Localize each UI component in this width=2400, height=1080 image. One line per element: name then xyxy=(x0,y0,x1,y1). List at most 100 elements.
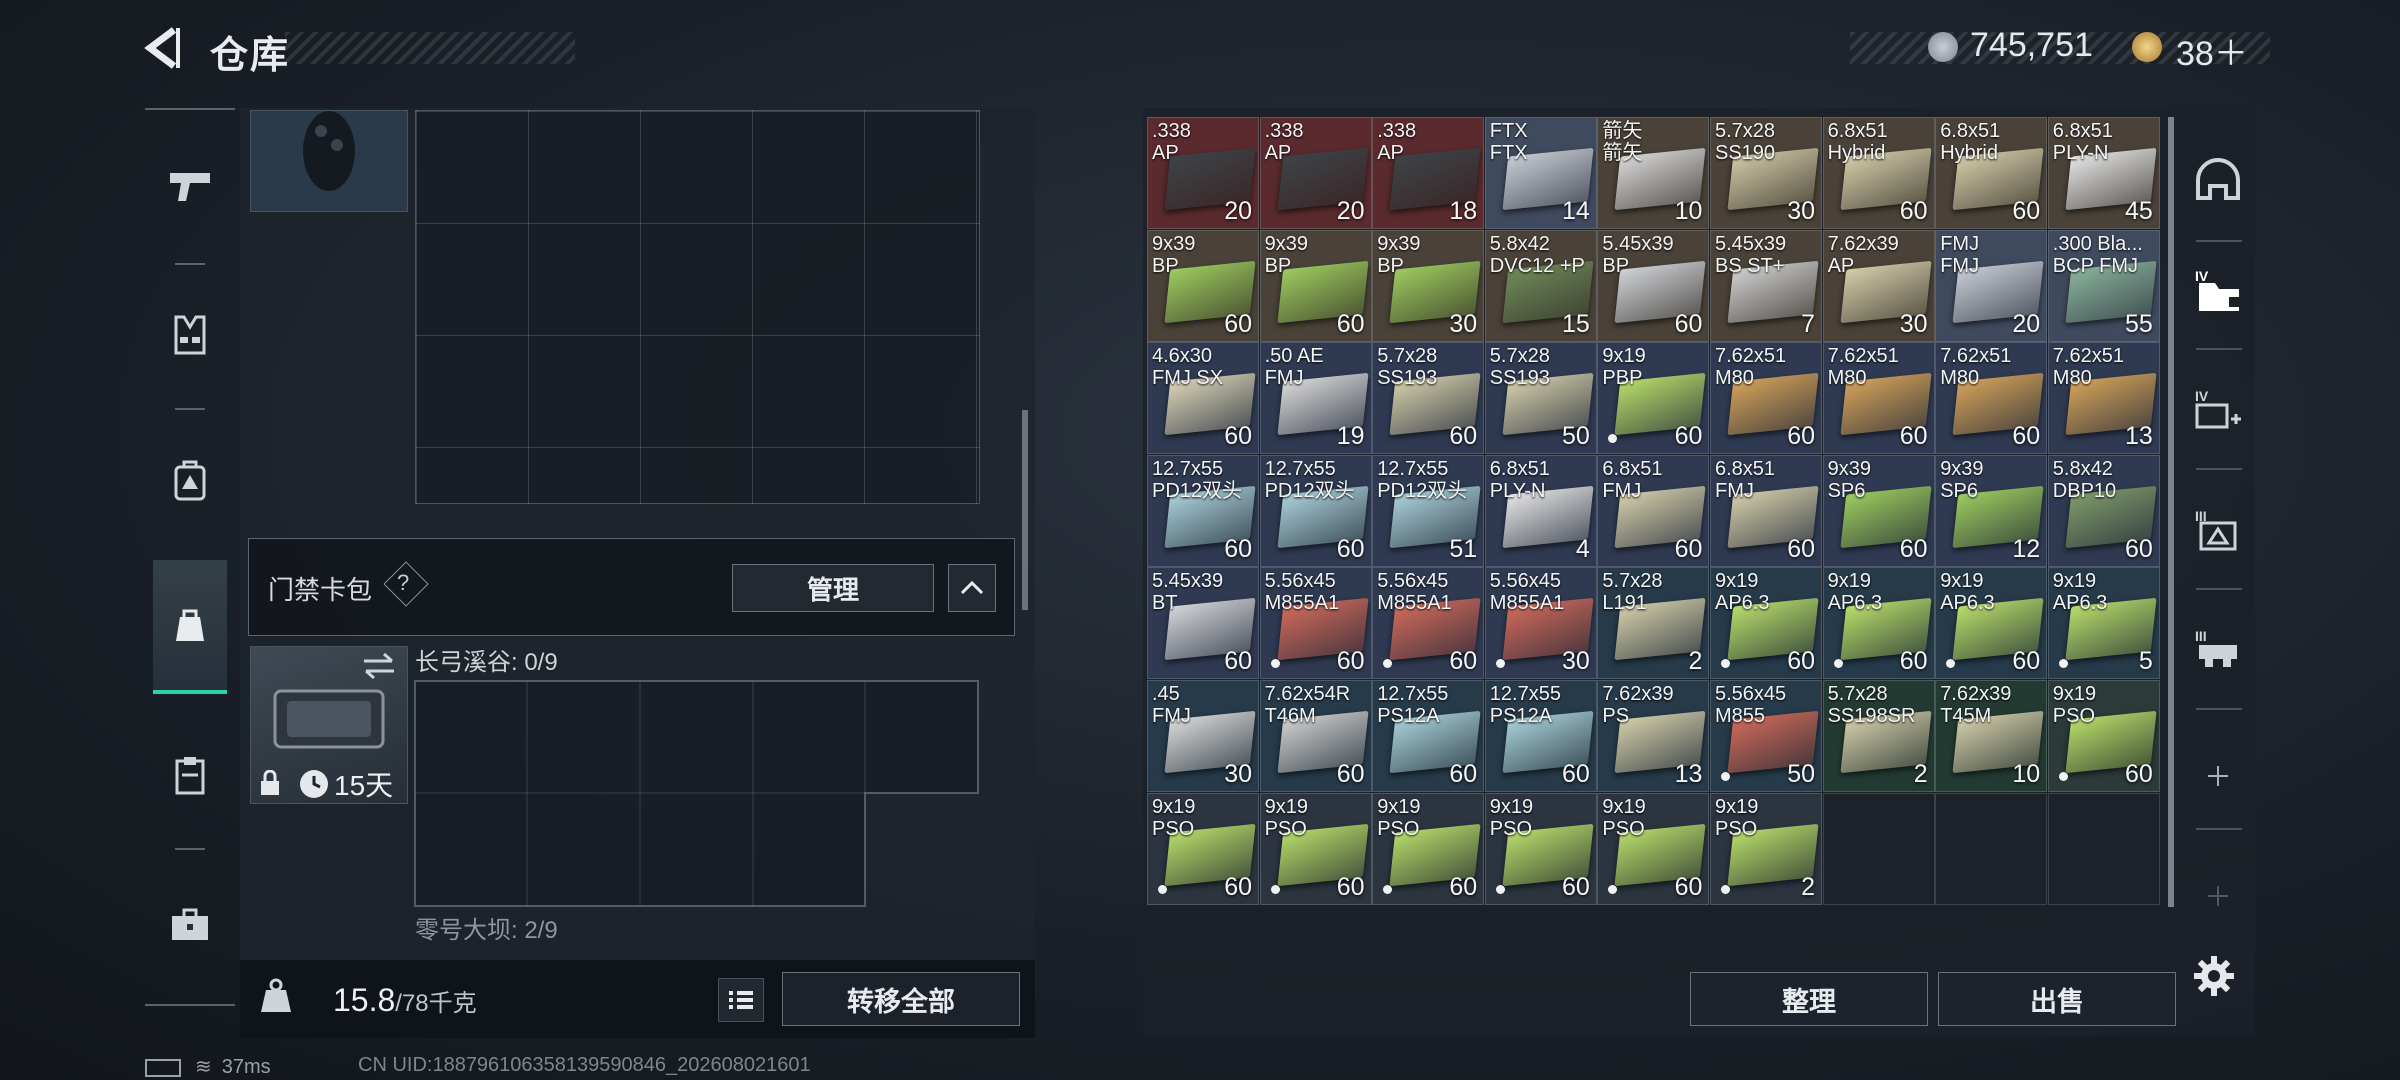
stash-item[interactable]: 9x39 BP 60 xyxy=(1259,229,1372,342)
stash-item[interactable]: 9x39 BP 30 xyxy=(1372,229,1485,342)
sell-button[interactable]: 出售 xyxy=(1938,972,2176,1026)
equipped-item-thumbnail[interactable] xyxy=(250,110,408,212)
stash-item[interactable]: 7.62x51 M80 13 xyxy=(2047,342,2160,455)
sidebar-item-container[interactable] xyxy=(153,560,227,694)
stash-item[interactable]: 6.8x51 PLY-N 4 xyxy=(1484,454,1597,567)
backpack-icon xyxy=(174,460,206,501)
filter-armor-plus[interactable]: IV xyxy=(2186,378,2250,442)
stash-item[interactable]: 9x19 AP6.3 60 xyxy=(1710,567,1822,680)
stash-item[interactable]: 12.7x55 PS12A 60 xyxy=(1372,680,1485,792)
item-quantity: 30 xyxy=(1561,647,1590,676)
stash-item[interactable]: 9x19 PSO 60 xyxy=(1597,792,1710,905)
rig-level-icon: III xyxy=(2195,628,2237,667)
stash-item[interactable]: .300 Bla... BCP FMJ 55 xyxy=(2047,229,2160,342)
sort-button[interactable]: 整理 xyxy=(1690,972,1928,1026)
stash-item[interactable]: 5.7x28 SS193 50 xyxy=(1484,342,1597,455)
stash-item[interactable]: 5.8x42 DVC12 +P 15 xyxy=(1484,229,1597,342)
stash-item[interactable]: 6.8x51 FMJ 60 xyxy=(1597,454,1710,567)
stash-item[interactable]: 5.45x39 BP 60 xyxy=(1597,229,1710,342)
empty-slot[interactable] xyxy=(2047,792,2160,905)
stash-item[interactable]: 7.62x39 T45M 10 xyxy=(1935,680,2048,792)
stash-item[interactable]: 9x19 PSO 2 xyxy=(1710,792,1822,905)
stash-item[interactable]: 9x19 PSO 60 xyxy=(1259,792,1372,905)
stash-item[interactable]: 5.45x39 BS ST+ 7 xyxy=(1710,229,1822,342)
sidebar-item-armor[interactable] xyxy=(153,298,227,372)
stash-item[interactable]: 9x39 SP6 60 xyxy=(1822,454,1935,567)
stash-item[interactable]: 5.7x28 SS198SR 2 xyxy=(1822,680,1935,792)
stash-item[interactable]: 12.7x55 PD12双头 51 xyxy=(1372,454,1485,567)
filter-armor-iv[interactable]: IV xyxy=(2186,258,2250,322)
item-name: 9x19 PSO xyxy=(1489,795,1534,840)
collapse-button[interactable] xyxy=(948,564,996,612)
stash-item[interactable]: 7.62x51 M80 60 xyxy=(1935,342,2048,455)
left-scrollbar[interactable] xyxy=(1022,410,1028,610)
stash-item[interactable]: 9x19 PBP 60 xyxy=(1597,342,1710,455)
add-filter-button[interactable] xyxy=(2186,744,2250,808)
filter-rig-iii[interactable]: III xyxy=(2186,618,2250,682)
stash-item[interactable]: 5.8x42 DBP10 60 xyxy=(2047,454,2160,567)
swap-icon[interactable] xyxy=(362,652,396,680)
stash-item[interactable]: 12.7x55 PD12双头 60 xyxy=(1147,454,1259,567)
stash-item[interactable]: 5.56x45 M855A1 30 xyxy=(1484,567,1597,680)
stash-item[interactable]: 9x19 PSO 60 xyxy=(1147,792,1259,905)
stash-item[interactable]: 9x19 PSO 60 xyxy=(2047,680,2160,792)
stash-item[interactable]: 6.8x51 FMJ 60 xyxy=(1710,454,1822,567)
stash-item[interactable]: 7.62x39 AP 30 xyxy=(1822,229,1935,342)
stash-item[interactable]: 7.62x51 M80 60 xyxy=(1822,342,1935,455)
list-view-button[interactable] xyxy=(718,978,764,1022)
stash-item[interactable]: 9x39 BP 60 xyxy=(1147,229,1259,342)
stash-item[interactable]: 5.7x28 SS190 30 xyxy=(1710,117,1822,229)
container-grid-top[interactable] xyxy=(415,110,980,504)
stash-item[interactable]: 5.7x28 SS193 60 xyxy=(1372,342,1485,455)
settings-gear-icon[interactable] xyxy=(2192,954,2236,998)
stash-item[interactable]: 9x19 AP6.3 5 xyxy=(2047,567,2160,680)
stash-scrollbar[interactable] xyxy=(2168,117,2174,907)
bond-icon[interactable] xyxy=(2132,32,2162,62)
stash-item[interactable]: 9x19 AP6.3 60 xyxy=(1822,567,1935,680)
sidebar-item-backpack[interactable] xyxy=(153,443,227,517)
stash-item[interactable]: .338 AP 20 xyxy=(1147,117,1259,229)
stash-item[interactable]: .45 FMJ 30 xyxy=(1147,680,1259,792)
item-quantity: 60 xyxy=(1224,647,1252,676)
transfer-all-button[interactable]: 转移全部 xyxy=(782,972,1020,1026)
help-icon[interactable]: ? xyxy=(397,570,409,596)
stash-item[interactable]: 6.8x51 Hybrid 60 xyxy=(1935,117,2048,229)
empty-slot[interactable] xyxy=(1822,792,1935,905)
manage-button[interactable]: 管理 xyxy=(732,564,934,612)
filter-helmet[interactable] xyxy=(2186,148,2250,212)
stash-item[interactable]: 7.62x54R T46M 60 xyxy=(1259,680,1372,792)
stash-item[interactable]: 12.7x55 PS12A 60 xyxy=(1484,680,1597,792)
bond-balance[interactable]: 38＋ xyxy=(2176,26,2248,75)
filter-armor-iii[interactable]: III xyxy=(2186,498,2250,562)
stash-item[interactable]: 9x19 PSO 60 xyxy=(1484,792,1597,905)
stash-item[interactable]: 4.6x30 FMJ SX 60 xyxy=(1147,342,1259,455)
stash-item[interactable]: 5.45x39 BT 60 xyxy=(1147,567,1259,680)
stash-item[interactable]: 5.7x28 L191 2 xyxy=(1597,567,1710,680)
stash-item[interactable]: 6.8x51 Hybrid 60 xyxy=(1822,117,1935,229)
stash-item[interactable]: 9x19 PSO 60 xyxy=(1372,792,1485,905)
stash-item[interactable]: 6.8x51 PLY-N 45 xyxy=(2047,117,2160,229)
empty-slot[interactable] xyxy=(1935,792,2048,905)
stash-item[interactable]: 7.62x51 M80 60 xyxy=(1710,342,1822,455)
stash-item[interactable]: 5.56x45 M855A1 60 xyxy=(1259,567,1372,680)
sidebar-item-case[interactable] xyxy=(153,888,227,962)
chevron-up-icon xyxy=(960,580,984,595)
sidebar-item-weapons[interactable] xyxy=(153,148,227,222)
stash-item[interactable]: .338 AP 20 xyxy=(1259,117,1372,229)
stash-item[interactable]: .50 AE FMJ 19 xyxy=(1259,342,1372,455)
stash-item[interactable]: 7.62x39 PS 13 xyxy=(1597,680,1710,792)
stash-item[interactable]: FTX FTX 14 xyxy=(1484,117,1597,229)
back-button[interactable] xyxy=(140,24,188,72)
stash-item[interactable]: 5.56x45 M855 50 xyxy=(1710,680,1822,792)
stash-item[interactable]: .338 AP 18 xyxy=(1372,117,1485,229)
keycard-grid[interactable] xyxy=(414,680,980,908)
stash-item[interactable]: 9x39 SP6 12 xyxy=(1935,454,2048,567)
sidebar-item-clipboard[interactable] xyxy=(153,738,227,812)
stash-item[interactable]: 12.7x55 PD12双头 60 xyxy=(1259,454,1372,567)
marker-dot-icon xyxy=(1158,884,1167,894)
stash-item[interactable]: 箭矢 箭矢 10 xyxy=(1597,117,1710,229)
stash-item[interactable]: FMJ FMJ 20 xyxy=(1935,229,2048,342)
item-name: 7.62x39 T45M xyxy=(1940,683,2012,727)
stash-item[interactable]: 5.56x45 M855A1 60 xyxy=(1372,567,1485,680)
stash-item[interactable]: 9x19 AP6.3 60 xyxy=(1935,567,2048,680)
